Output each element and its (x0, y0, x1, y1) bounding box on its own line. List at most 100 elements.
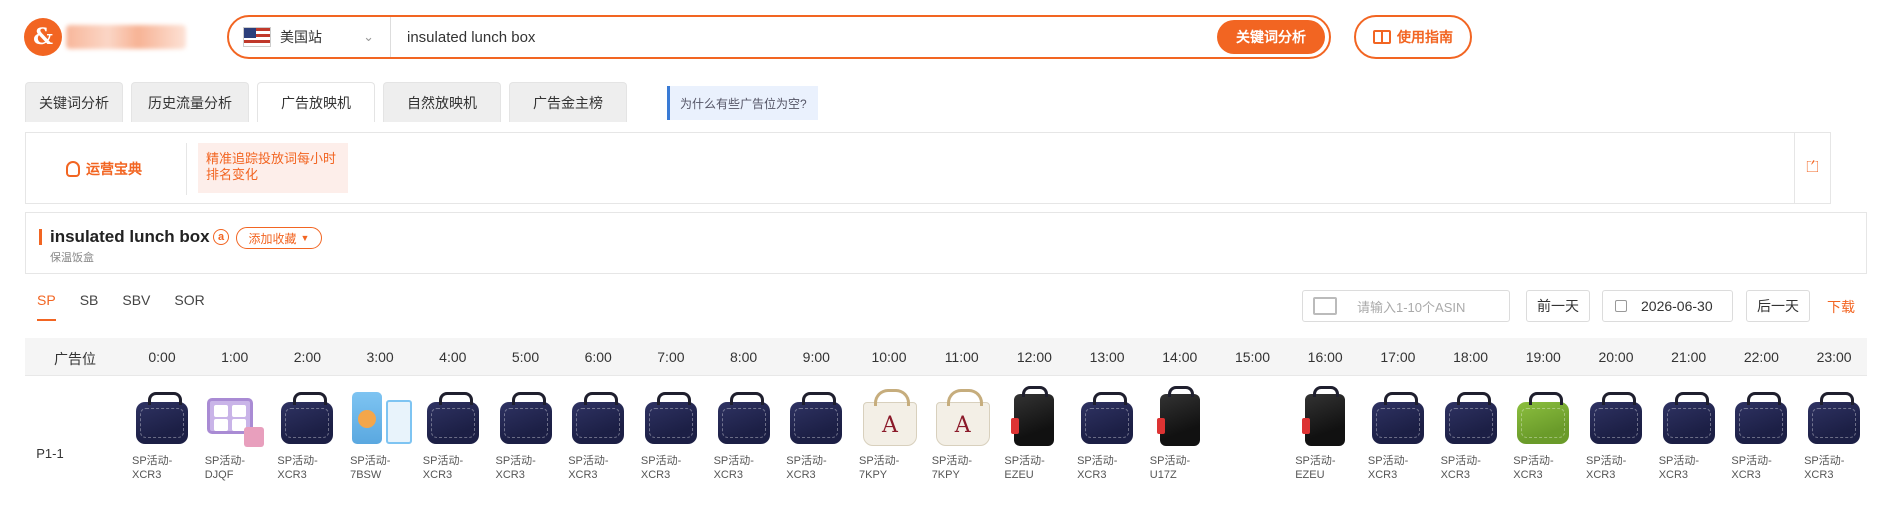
ad-slot-cell[interactable]: SP活动- XCR3 (496, 388, 562, 482)
site-selector[interactable]: 美国站 ⌄ (229, 17, 391, 57)
monogram-tote-bag-icon: A (935, 389, 990, 446)
ad-slot-cell[interactable]: SP活动- EZEU (1295, 386, 1361, 482)
product-image[interactable] (350, 388, 413, 448)
campaign-label-line1: SP活动- (1295, 455, 1336, 467)
product-image[interactable] (423, 388, 483, 448)
ad-slot-cell[interactable]: SP活动- XCR3 (1513, 388, 1579, 482)
campaign-label-line2: XCR3 (1367, 469, 1398, 481)
product-image[interactable] (1513, 388, 1573, 448)
campaign-label-line1: SP活动- (713, 455, 754, 467)
date-picker[interactable]: 2026-06-30 (1602, 290, 1733, 322)
product-image[interactable] (786, 388, 846, 448)
product-image[interactable]: A (859, 388, 919, 448)
tab-keyword-analysis[interactable]: 关键词分析 (25, 82, 123, 122)
product-image[interactable] (714, 388, 774, 448)
add-favorite-button[interactable]: 添加收藏 ▼ (236, 227, 322, 249)
tab-sbv[interactable]: SBV (122, 292, 150, 321)
tip-title[interactable]: 运营宝典 (66, 159, 142, 179)
campaign-label: SP活动- XCR3 (714, 454, 780, 482)
empty-ad-slot-help-link[interactable]: 为什么有些广告位为空? (667, 86, 818, 120)
product-image[interactable] (1368, 388, 1428, 448)
ad-slot-cell[interactable]: SP活动- XCR3 (1077, 388, 1143, 482)
ad-slot-cell[interactable]: SP活动- XCR3 (1368, 388, 1434, 482)
tab-ad-sponsors[interactable]: 广告金主榜 (509, 82, 627, 122)
campaign-label-line1: SP活动- (1658, 455, 1700, 467)
campaign-label-line2: 7KPY (859, 469, 888, 481)
us-flag-icon (243, 27, 271, 47)
campaign-label-line2: XCR3 (786, 469, 816, 481)
ad-slot-cell[interactable]: SP活动- XCR3 (277, 388, 343, 482)
product-image[interactable] (568, 388, 628, 448)
product-image[interactable] (1150, 386, 1210, 448)
product-image[interactable] (205, 388, 265, 448)
ad-slot-cell[interactable]: SP活动- XCR3 (1586, 388, 1652, 482)
product-image[interactable] (496, 388, 556, 448)
ad-slot-cell[interactable]: SP活动- XCR3 (641, 388, 707, 482)
download-link[interactable]: 下载 (1827, 297, 1855, 317)
product-image[interactable] (1659, 388, 1719, 448)
book-icon (1373, 30, 1391, 44)
tab-sp[interactable]: SP (37, 292, 56, 321)
ad-slot-cell[interactable]: SP活动- XCR3 (132, 388, 198, 482)
navy-lunch-bag-icon (1590, 392, 1642, 444)
ad-slot-cell[interactable]: SP活动- XCR3 (1731, 388, 1797, 482)
campaign-label-line2: XCR3 (1586, 469, 1616, 481)
tab-history-traffic[interactable]: 历史流量分析 (131, 82, 249, 122)
hour-column-header: 2:00 (293, 349, 322, 365)
ad-slot-cell[interactable]: SP活动- XCR3 (714, 388, 780, 482)
product-image[interactable] (1004, 386, 1064, 448)
hour-column-header: 19:00 (1525, 349, 1561, 365)
user-guide-button[interactable]: 使用指南 (1354, 15, 1472, 59)
ad-slot-cell[interactable]: SP活动- XCR3 (1804, 388, 1870, 482)
ad-slot-cell[interactable]: SP活动- XCR3 (786, 388, 852, 482)
tab-sb[interactable]: SB (80, 292, 99, 321)
product-image[interactable] (1804, 388, 1864, 448)
ad-slot-cell[interactable]: SP活动- DJQF (205, 388, 271, 482)
asin-input[interactable]: 请输入1-10个ASIN (1302, 290, 1510, 322)
next-day-button[interactable]: 后一天 (1746, 290, 1810, 322)
product-image[interactable] (1077, 388, 1137, 448)
campaign-label-line2: XCR3 (1658, 469, 1689, 481)
product-image[interactable] (1295, 386, 1355, 448)
hour-column-header: 11:00 (944, 349, 979, 365)
tab-organic-projector[interactable]: 自然放映机 (383, 82, 501, 122)
black-lunch-bag-icon (1302, 386, 1346, 446)
monogram-tote-bag-icon: A (863, 389, 917, 446)
ad-slot-cell[interactable]: SP活动- U17Z (1150, 386, 1216, 482)
ad-slot-cell[interactable]: SP活动- 7BSW (350, 388, 416, 482)
campaign-label-line2: XCR3 (568, 469, 598, 481)
campaign-label: SP活动- 7KPY (932, 454, 998, 482)
amazon-icon[interactable]: a (213, 229, 229, 245)
tab-ad-projector[interactable]: 广告放映机 (257, 82, 375, 122)
divider (186, 143, 187, 195)
search-input[interactable] (391, 17, 1217, 57)
product-image[interactable] (1441, 388, 1501, 448)
ad-slot-cell[interactable]: SP活动- XCR3 (423, 388, 489, 482)
campaign-label-line1: SP活动- (568, 455, 609, 467)
campaign-label: SP活动- XCR3 (1368, 454, 1434, 482)
campaign-label-line1: SP活动- (1440, 455, 1481, 467)
product-image[interactable] (1731, 388, 1791, 448)
navy-lunch-bag-icon (1735, 392, 1788, 444)
product-image[interactable]: A (932, 388, 992, 448)
ad-slot-cell[interactable]: SP活动- XCR3 (1659, 388, 1725, 482)
logo-text-blurred (66, 25, 186, 49)
ad-slot-cell[interactable]: A SP活动- 7KPY (932, 388, 998, 482)
navy-lunch-bag-icon (1808, 392, 1861, 444)
campaign-label: SP活动- XCR3 (1441, 454, 1507, 482)
prev-day-button[interactable]: 前一天 (1526, 290, 1590, 322)
brand-logo[interactable]: & (24, 16, 196, 58)
product-image[interactable] (1586, 388, 1646, 448)
tab-sor[interactable]: SOR (174, 292, 204, 321)
keyword-analysis-button[interactable]: 关键词分析 (1217, 20, 1325, 54)
ad-slot-cell[interactable]: A SP活动- 7KPY (859, 388, 925, 482)
ad-slot-cell[interactable]: SP活动- XCR3 (568, 388, 634, 482)
ad-slot-cell[interactable]: SP活动- XCR3 (1441, 388, 1507, 482)
collapse-icon[interactable]: ⏍ (1794, 132, 1830, 204)
campaign-label-line2: XCR3 (1513, 469, 1543, 481)
calendar-icon (1615, 300, 1627, 312)
product-image[interactable] (641, 388, 701, 448)
product-image[interactable] (132, 388, 192, 448)
ad-slot-cell[interactable]: SP活动- EZEU (1004, 386, 1070, 482)
product-image[interactable] (277, 388, 337, 448)
